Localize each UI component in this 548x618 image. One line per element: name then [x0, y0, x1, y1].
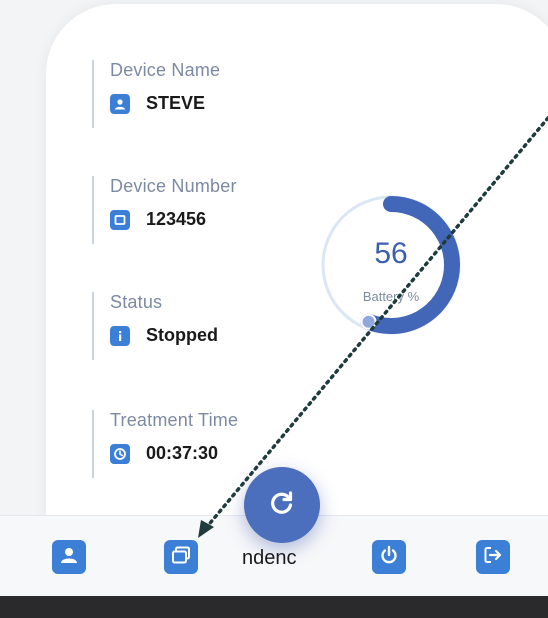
status-label: Status [110, 292, 163, 312]
status-value: Stopped [146, 325, 218, 345]
device-bezel [0, 596, 548, 618]
info-icon [110, 325, 130, 346]
nav-windows-button[interactable] [164, 540, 198, 574]
treatment-time-field: Treatment Time 00:37:30 [92, 410, 238, 478]
nav-logout-button[interactable] [476, 540, 510, 574]
clock-icon [110, 443, 130, 464]
status-field: Status Stopped [92, 292, 218, 360]
device-number-value: 123456 [146, 209, 207, 229]
device-name-field: Device Name STEVE [92, 60, 220, 128]
device-name-value: STEVE [146, 93, 206, 113]
windows-icon [170, 544, 192, 571]
device-name-label: Device Name [110, 60, 221, 80]
user-icon [110, 93, 130, 114]
refresh-icon [267, 488, 297, 523]
nav-power-button[interactable] [372, 540, 406, 574]
battery-gauge-knob [360, 313, 377, 330]
power-icon [378, 544, 400, 571]
user-icon [58, 544, 80, 571]
nav-user-button[interactable] [52, 540, 86, 574]
nav-partial-label: ndenc [242, 547, 297, 569]
device-number-label: Device Number [110, 176, 237, 196]
treatment-time-label: Treatment Time [110, 410, 239, 430]
refresh-button[interactable] [244, 467, 320, 543]
battery-gauge: 56 Battery % [316, 185, 466, 355]
logout-icon [482, 544, 504, 571]
treatment-time-value: 00:37:30 [146, 443, 219, 463]
device-number-field: Device Number 123456 [92, 176, 237, 244]
square-icon [110, 209, 130, 230]
battery-label: Battery % [362, 289, 420, 304]
battery-value: 56 [374, 237, 408, 270]
